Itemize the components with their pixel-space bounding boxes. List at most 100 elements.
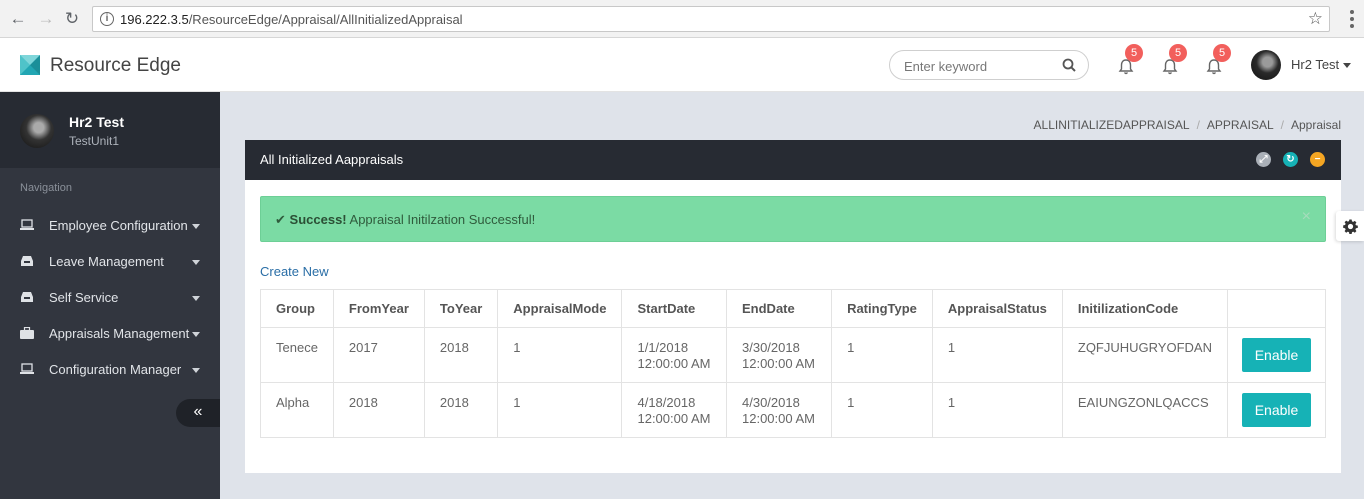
start-date: 1/1/2018: [637, 340, 689, 355]
gear-icon: [1343, 219, 1358, 234]
success-alert: ✔ Success! Appraisal Initilzation Succes…: [260, 196, 1326, 242]
bookmark-star-icon[interactable]: ☆: [1308, 9, 1323, 29]
cell-from-year: 2017: [332, 327, 425, 383]
minimize-icon[interactable]: −: [1310, 152, 1325, 167]
browser-toolbar: ← → ↻ i 196.222.3.5/ResourceEdge/Apprais…: [0, 0, 1364, 38]
column-header: ToYear: [423, 289, 499, 328]
inbox-icon: [21, 256, 33, 266]
sidebar-item-employee-configuration[interactable]: Employee Configuration: [0, 208, 220, 244]
notification-count-badge: 5: [1213, 44, 1231, 62]
notification-count-badge: 5: [1125, 44, 1143, 62]
cell-appraisal-mode: 1: [497, 327, 623, 383]
close-icon[interactable]: ×: [1302, 208, 1311, 226]
cell-from-year: 2018: [332, 382, 425, 438]
sidebar-item-label: Self Service: [49, 290, 119, 305]
panel-header: All Initialized Aappraisals ⤢ ↻ −: [245, 140, 1341, 180]
column-header: AppraisalStatus: [931, 289, 1063, 328]
end-date: 4/30/2018: [742, 395, 800, 410]
profile-name: Hr2 Test: [69, 114, 124, 130]
panel-title: All Initialized Aappraisals: [260, 152, 404, 167]
cell-rating-type: 1: [831, 382, 933, 438]
sidebar-item-label: Employee Configuration: [49, 218, 188, 233]
cell-group: Alpha: [260, 382, 334, 438]
column-header: StartDate: [621, 289, 727, 328]
cell-start-date: 4/18/2018 12:00:00 AM: [621, 382, 727, 438]
chevron-down-icon: [192, 332, 200, 337]
forward-arrow-icon[interactable]: →: [36, 9, 56, 29]
info-icon[interactable]: i: [100, 12, 114, 26]
start-date: 4/18/2018: [637, 395, 696, 410]
cell-end-date: 4/30/2018 12:00:00 AM: [725, 382, 833, 438]
cell-start-date: 1/1/2018 12:00:00 AM: [621, 327, 727, 383]
breadcrumb-current: Appraisal: [1290, 118, 1341, 132]
briefcase-icon: [20, 327, 34, 339]
start-time: 12:00:00 AM: [637, 411, 711, 426]
back-arrow-icon[interactable]: ←: [8, 9, 28, 29]
sidebar-item-label: Appraisals Management: [49, 326, 190, 341]
cell-rating-type: 1: [831, 327, 933, 383]
table-row: Alpha 2018 2018 1 4/18/2018 12:00:00 AM 4…: [260, 382, 1326, 438]
enable-button[interactable]: Enable: [1242, 338, 1311, 372]
url-text[interactable]: 196.222.3.5/ResourceEdge/Appraisal/AllIn…: [120, 12, 463, 27]
cell-group: Tenece: [260, 327, 334, 383]
cell-appraisal-mode: 1: [497, 382, 623, 438]
refresh-icon[interactable]: ↻: [1283, 152, 1298, 167]
sidebar-item-label: Configuration Manager: [49, 362, 182, 377]
create-new-link[interactable]: Create New: [260, 264, 329, 279]
alert-strong: Success!: [289, 212, 347, 227]
column-header-action: [1227, 289, 1326, 328]
appraisals-panel: All Initialized Aappraisals ⤢ ↻ − ✔ Succ…: [245, 140, 1341, 473]
cell-to-year: 2018: [423, 327, 499, 383]
collapse-sidebar-button[interactable]: «: [176, 399, 220, 427]
column-header: FromYear: [332, 289, 425, 328]
address-bar[interactable]: i 196.222.3.5/ResourceEdge/Appraisal/All…: [92, 6, 1330, 32]
chevron-down-icon[interactable]: [1343, 63, 1351, 68]
search-icon[interactable]: [1062, 58, 1076, 72]
cell-appraisal-status: 1: [931, 382, 1063, 438]
start-time: 12:00:00 AM: [637, 356, 711, 371]
notification-bell-3[interactable]: 5: [1205, 44, 1231, 76]
table-header-row: Group FromYear ToYear AppraisalMode Star…: [260, 289, 1326, 328]
search-input[interactable]: [904, 57, 1054, 75]
column-header: InitilizationCode: [1061, 289, 1229, 328]
column-header: AppraisalMode: [497, 289, 623, 328]
notification-bell-2[interactable]: 5: [1161, 44, 1187, 76]
avatar[interactable]: [1251, 50, 1281, 80]
sidebar-item-self-service[interactable]: Self Service: [0, 280, 220, 316]
end-time: 12:00:00 AM: [742, 411, 815, 426]
end-time: 12:00:00 AM: [742, 356, 815, 371]
notification-bell-1[interactable]: 5: [1117, 44, 1143, 76]
breadcrumb-item[interactable]: ALLINITIALIZEDAPPRAISAL: [1034, 118, 1190, 132]
settings-toggle[interactable]: [1336, 211, 1364, 241]
profile-unit: TestUnit1: [69, 134, 120, 148]
end-date: 3/30/2018: [742, 340, 800, 355]
chevron-down-icon: [192, 296, 200, 301]
enable-button[interactable]: Enable: [1242, 393, 1311, 427]
sidebar-item-configuration-manager[interactable]: Configuration Manager: [0, 352, 220, 388]
alert-message: Appraisal Initilzation Successful!: [349, 212, 536, 227]
laptop-icon: [20, 363, 34, 374]
breadcrumb-item[interactable]: APPRAISAL: [1207, 118, 1274, 132]
column-header: RatingType: [831, 289, 933, 328]
checkmark-icon: ✔: [275, 212, 286, 227]
sidebar-item-leave-management[interactable]: Leave Management: [0, 244, 220, 280]
inbox-icon: [21, 292, 33, 302]
navigation-heading: Navigation: [20, 182, 72, 194]
laptop-icon: [20, 219, 34, 230]
user-menu-name[interactable]: Hr2 Test: [1291, 57, 1339, 72]
appraisals-table: Group FromYear ToYear AppraisalMode Star…: [260, 289, 1326, 438]
reload-icon[interactable]: ↻: [62, 9, 82, 29]
column-header: Group: [260, 289, 334, 328]
browser-menu-icon[interactable]: [1350, 10, 1354, 28]
chevron-down-icon: [192, 368, 200, 373]
search-box: [889, 50, 1089, 80]
cell-action: Enable: [1227, 382, 1326, 438]
app-header: Resource Edge 5 5 5 Hr2 Test: [0, 38, 1364, 92]
sidebar-item-label: Leave Management: [49, 254, 164, 269]
sidebar-item-appraisals-management[interactable]: Appraisals Management: [0, 316, 220, 352]
cell-to-year: 2018: [423, 382, 499, 438]
expand-icon[interactable]: ⤢: [1256, 152, 1271, 167]
resource-edge-logo-icon[interactable]: [20, 55, 40, 75]
breadcrumb: ALLINITIALIZEDAPPRAISAL / APPRAISAL / Apprai…: [1033, 118, 1341, 132]
brand-name[interactable]: Resource Edge: [50, 55, 181, 77]
